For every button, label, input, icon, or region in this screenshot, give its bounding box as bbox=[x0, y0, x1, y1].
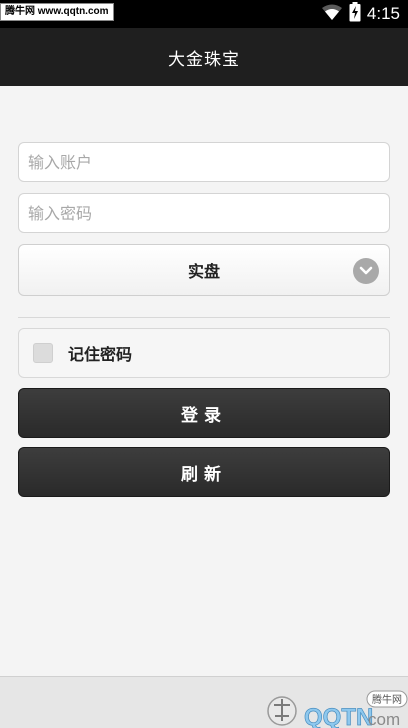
watermark-text: 腾牛网 www.qqtn.com bbox=[0, 3, 114, 21]
chevron-down-icon bbox=[353, 258, 379, 284]
login-button[interactable]: 登录 bbox=[18, 388, 390, 438]
svg-text:com: com bbox=[368, 710, 400, 728]
remember-password-label: 记住密码 bbox=[68, 345, 133, 364]
svg-text:腾牛网: 腾牛网 bbox=[372, 693, 402, 706]
account-input[interactable] bbox=[18, 142, 390, 182]
refresh-button[interactable]: 刷新 bbox=[18, 447, 390, 497]
remember-password-checkbox[interactable] bbox=[33, 343, 53, 363]
account-type-select[interactable]: 实盘 bbox=[18, 244, 390, 296]
status-icons: 4:15 bbox=[321, 0, 400, 28]
svg-text:QQTN: QQTN bbox=[304, 704, 373, 728]
app-title: 大金珠宝 bbox=[168, 49, 240, 70]
app-bar: 大金珠宝 bbox=[0, 28, 408, 86]
remember-password-row[interactable]: 记住密码 bbox=[18, 328, 390, 378]
account-type-value: 实盘 bbox=[187, 262, 220, 281]
divider bbox=[18, 317, 390, 318]
bottom-bar: 腾牛网 QQTN com bbox=[0, 676, 408, 728]
login-form: 实盘 记住密码 登录 刷新 bbox=[0, 86, 408, 676]
clock-time: 4:15 bbox=[366, 4, 400, 23]
watermark-logo: 腾牛网 QQTN com bbox=[264, 689, 408, 728]
status-bar: 腾牛网 www.qqtn.com 4:15 bbox=[0, 0, 408, 28]
password-input[interactable] bbox=[18, 193, 390, 233]
screen: 腾牛网 www.qqtn.com 4:15 大金珠宝 输入账户 实盘 记住密码 … bbox=[0, 0, 408, 728]
battery-charging-icon bbox=[349, 2, 361, 26]
wifi-icon bbox=[321, 3, 343, 25]
